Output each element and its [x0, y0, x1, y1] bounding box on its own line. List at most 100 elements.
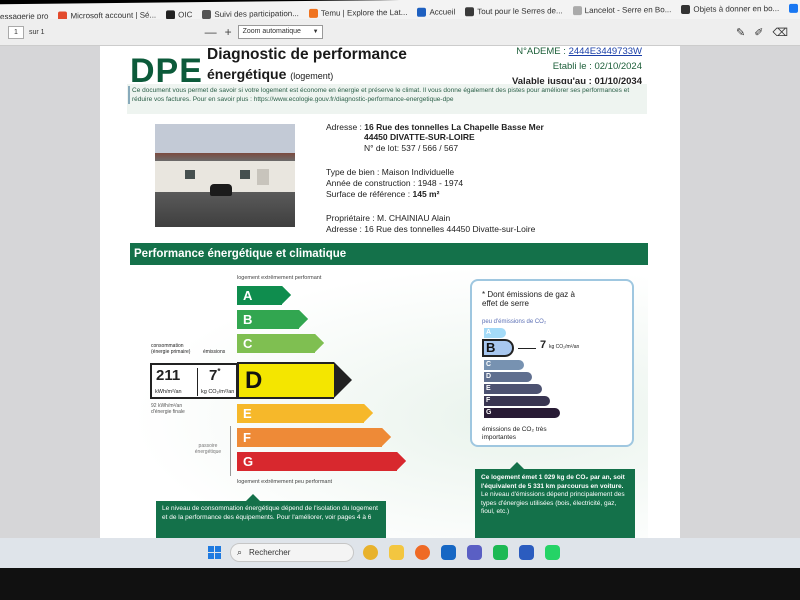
- pdf-viewer[interactable]: DPE Diagnostic de performance énergétiqu…: [0, 46, 800, 544]
- bookmark-favicon-icon: [308, 8, 318, 18]
- energy-class-current: D: [237, 362, 352, 399]
- zoom-in-button[interactable]: +: [225, 25, 232, 39]
- bookmark-favicon-icon: [572, 6, 582, 16]
- energy-class-bar: B: [237, 310, 308, 329]
- whatsapp-icon[interactable]: [545, 545, 560, 560]
- outlook-icon[interactable]: [441, 545, 456, 560]
- ges-class-bar: F: [484, 396, 550, 406]
- ges-class-bar: C: [484, 360, 524, 370]
- document-subtitle: (logement): [290, 71, 334, 81]
- search-placeholder: Rechercher: [249, 548, 291, 557]
- energy-class-bar: A: [237, 286, 291, 305]
- page-number-input[interactable]: 1: [8, 25, 24, 39]
- bookmark-label: Temu | Explore the Lat...: [320, 7, 408, 18]
- document-title: Diagnostic de performance: [207, 46, 407, 63]
- bookmark-favicon-icon: [202, 9, 212, 20]
- ademe-label: N°ADEME :: [516, 46, 566, 57]
- surface-row: Surface de référence : 145 m²: [326, 189, 439, 199]
- bookmark-item[interactable]: Objets à donner en bo...: [681, 4, 780, 15]
- search-icon: ⌕: [237, 547, 243, 557]
- energy-class-bar: F: [237, 428, 391, 447]
- energy-class-arrow: [299, 310, 308, 328]
- box-separator: [197, 368, 198, 396]
- ges-class-bar: D: [484, 372, 532, 382]
- energy-class-arrow: [397, 452, 406, 470]
- intro-text: Ce document vous permet de savoir si vot…: [128, 86, 648, 104]
- final-energy-label: 92 kWh/m²/an d'énergie finale: [151, 403, 185, 415]
- performance-band: Performance énergétique et climatique: [130, 243, 648, 265]
- text-tool-icon[interactable]: ✎: [736, 26, 745, 39]
- monitor-bezel: [0, 568, 800, 600]
- teams-icon[interactable]: [467, 545, 482, 560]
- zoom-out-button[interactable]: —: [205, 25, 217, 39]
- bookmark-label: Suivi des participation...: [214, 9, 299, 19]
- photo-car: [210, 184, 232, 196]
- page-count: sur 1: [29, 28, 45, 36]
- address-line2: 44450 DIVATTE-SUR-LOIRE: [364, 132, 475, 142]
- bookmark-label: Lancelot - Serre en Bo...: [584, 5, 672, 16]
- chrome-icon[interactable]: [363, 545, 378, 560]
- bookmark-item[interactable]: Suivi des participation...: [202, 9, 299, 20]
- energy-class-arrow: [315, 334, 324, 352]
- bookmark-item[interactable]: Temu | Explore the Lat...: [308, 7, 408, 18]
- ges-note-bold: Ce logement émet 1 029 kg de CO₂ par an,…: [481, 474, 625, 490]
- draw-icon[interactable]: ✐: [754, 26, 763, 39]
- surface-label: Surface de référence :: [326, 189, 411, 199]
- firefox-icon[interactable]: [415, 545, 430, 560]
- bookmark-item[interactable]: Facebook: [789, 3, 800, 13]
- word-icon[interactable]: [519, 545, 534, 560]
- surface-value: 145 m²: [412, 189, 440, 199]
- ges-panel: * Dont émissions de gaz à effet de serre…: [470, 279, 634, 447]
- passoire-label: passoire énergétique: [194, 443, 222, 455]
- annee-value: 1948 - 1974: [417, 178, 464, 188]
- consumption-note: Le niveau de consommation énergétique dé…: [156, 494, 386, 538]
- photo-window: [185, 170, 195, 179]
- annee-label: Année de construction :: [326, 178, 416, 188]
- taskbar-search[interactable]: ⌕ Rechercher: [230, 543, 354, 562]
- file-explorer-icon[interactable]: [389, 545, 404, 560]
- windows-start-icon[interactable]: [208, 546, 221, 559]
- erase-icon[interactable]: ⌫: [772, 26, 788, 39]
- type-bien-row: Type de bien : Maison Individuelle: [326, 167, 454, 177]
- proprio-value: M. CHAINIAU Alain: [377, 213, 451, 223]
- consumption-value: 211: [156, 367, 181, 384]
- bookmark-label: Accueil: [429, 7, 456, 17]
- address-label: Adresse :: [326, 122, 362, 132]
- annee-row: Année de construction : 1948 - 1974: [326, 178, 463, 188]
- consumption-box: 211 kWh/m²/an 7* kg CO₂/m²/an: [150, 363, 238, 399]
- ges-top-label: peu d'émissions de CO₂: [482, 319, 547, 325]
- bookmark-favicon-icon: [417, 7, 427, 17]
- zoom-select-value: Zoom automatique: [242, 28, 301, 35]
- emissions-unit: kg CO₂/m²/an: [201, 389, 235, 395]
- ges-class-bar: A: [484, 328, 506, 338]
- photo-garage: [257, 169, 269, 185]
- bookmark-item[interactable]: Accueil: [417, 7, 456, 17]
- lot-number: N° de lot: 537 / 566 / 567: [364, 143, 459, 153]
- energy-class-arrow: [282, 286, 291, 304]
- ademe-number-link[interactable]: 2444E3449733W: [569, 46, 642, 57]
- pdf-toolbar: 1 sur 1 — + Zoom automatique ▼ ✎ ✐ ⌫: [0, 19, 800, 46]
- pdf-page: DPE Diagnostic de performance énergétiqu…: [100, 46, 680, 544]
- spotify-icon[interactable]: [493, 545, 508, 560]
- taskbar: ⌕ Rechercher: [0, 538, 800, 568]
- bookmark-label: Objets à donner en bo...: [693, 4, 780, 14]
- emissions-label: émissions: [203, 349, 226, 355]
- house-photo: [155, 124, 295, 227]
- bookmark-item[interactable]: Lancelot - Serre en Bo...: [572, 5, 672, 16]
- bottom-performance-label: logement extrêmement peu performant: [237, 479, 333, 485]
- type-bien-value: Maison Individuelle: [381, 167, 455, 177]
- address2-row: Adresse : 16 Rue des tonnelles 44450 Div…: [326, 224, 535, 234]
- consumption-unit: kWh/m²/an: [155, 389, 182, 395]
- ges-note-rest: Le niveau d'émissions dépend principalem…: [481, 491, 625, 515]
- photo-window: [240, 170, 250, 179]
- ges-note: Ce logement émet 1 029 kg de CO₂ par an,…: [475, 462, 635, 543]
- bookmark-favicon-icon: [681, 4, 691, 15]
- ges-title: * Dont émissions de gaz à effet de serre: [482, 290, 575, 308]
- zoom-select[interactable]: Zoom automatique ▼: [237, 25, 323, 39]
- bookmark-item[interactable]: Tout pour le Serres de...: [465, 6, 563, 17]
- address-city: 44450 DIVATTE-SUR-LOIRE: [364, 132, 475, 142]
- ges-class-current: B: [482, 339, 514, 357]
- etabli-date: Etabli le : 02/10/2024: [552, 61, 642, 72]
- bookmark-label: OIC: [178, 10, 193, 20]
- bookmark-favicon-icon: [465, 7, 475, 17]
